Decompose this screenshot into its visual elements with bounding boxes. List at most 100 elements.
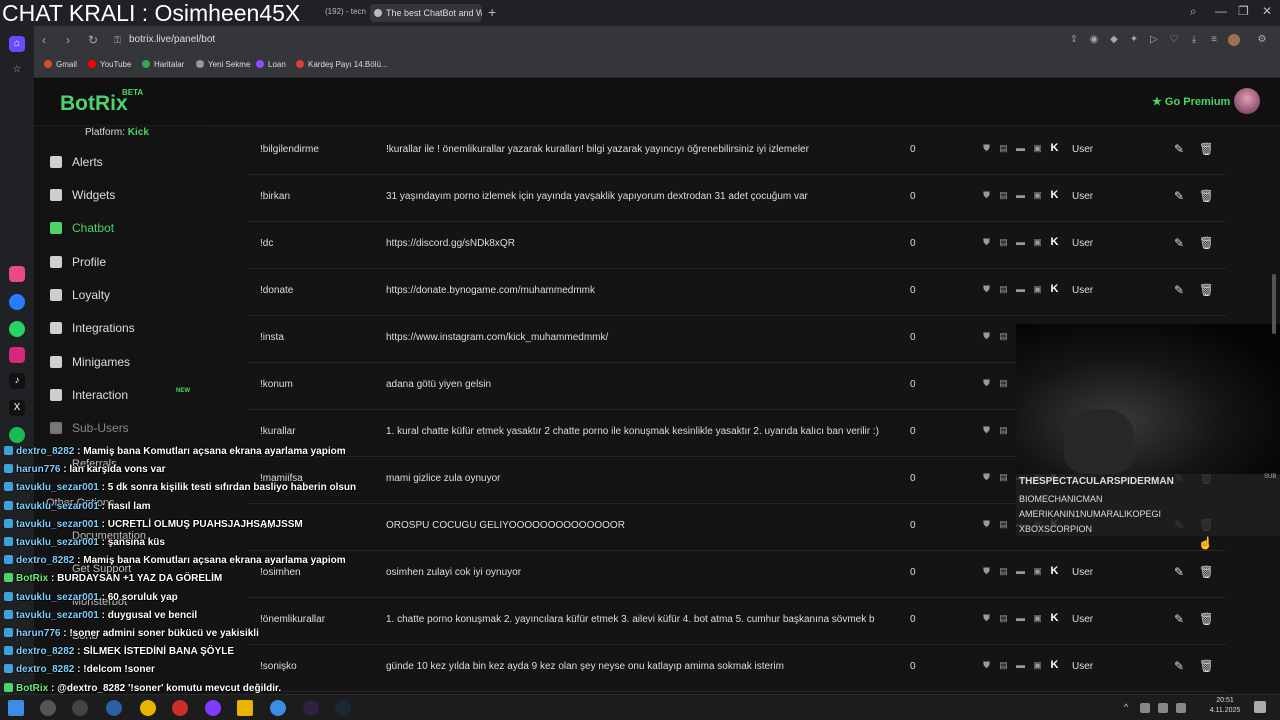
kick-icon[interactable]: K	[1049, 284, 1060, 295]
bookmark-haritalar[interactable]: Haritalar	[142, 60, 184, 69]
profile-avatar[interactable]	[1228, 34, 1240, 46]
delete-icon[interactable]: 🗑	[1199, 142, 1211, 156]
shield-icon[interactable]: ⛊	[981, 378, 992, 389]
shield-icon[interactable]: ⛊	[981, 237, 992, 248]
chat-icon[interactable]: ▤	[998, 660, 1009, 671]
edit-icon[interactable]: ✎	[1174, 659, 1186, 673]
extension-icon[interactable]: ✦	[1128, 34, 1140, 46]
pin-icon[interactable]: ☆	[9, 62, 25, 78]
bookmark-youtube[interactable]: YouTube	[88, 60, 131, 69]
share-icon[interactable]: ⇪	[1068, 34, 1080, 46]
sidebar-item-loyalty[interactable]: Loyalty	[50, 286, 200, 306]
shield-icon[interactable]: ⛊	[981, 613, 992, 624]
youtube-icon[interactable]: ▬	[1015, 660, 1026, 671]
camera-icon[interactable]: ◉	[1088, 34, 1100, 46]
message-icon[interactable]: ▣	[1032, 237, 1043, 248]
youtube-icon[interactable]: ▬	[1015, 190, 1026, 201]
message-icon[interactable]: ▣	[1032, 566, 1043, 577]
menu-icon[interactable]: ≡	[1208, 34, 1220, 46]
task-view-icon[interactable]	[72, 700, 88, 716]
youtube-icon[interactable]: ▬	[1015, 284, 1026, 295]
message-icon[interactable]: ▣	[1032, 613, 1043, 624]
whatsapp-icon[interactable]	[9, 321, 25, 337]
chat-icon[interactable]: ▤	[998, 519, 1009, 530]
bookmark-loan[interactable]: Loan	[256, 60, 286, 69]
search-icon[interactable]	[40, 700, 56, 716]
sidebar-item-widgets[interactable]: Widgets	[50, 186, 200, 206]
delete-icon[interactable]: 🗑	[1199, 565, 1211, 579]
bookmark-yeni-sekme[interactable]: Yeni Sekme	[196, 60, 250, 69]
chat-icon[interactable]: ▤	[998, 237, 1009, 248]
kick-icon[interactable]: K	[1049, 143, 1060, 154]
kick-icon[interactable]: K	[1049, 660, 1060, 671]
shield-icon[interactable]: ⛊	[981, 284, 992, 295]
youtube-icon[interactable]: ▬	[1015, 566, 1026, 577]
volume-icon[interactable]	[1158, 703, 1168, 713]
shield-icon[interactable]: ⛊	[981, 660, 992, 671]
go-premium-button[interactable]: ★ Go Premium	[1152, 95, 1230, 108]
delete-icon[interactable]: 🗑	[1199, 236, 1211, 250]
message-icon[interactable]: ▣	[1032, 143, 1043, 154]
tab-youtube[interactable]: (192) - tecn	[325, 7, 366, 16]
message-icon[interactable]: ▣	[1032, 190, 1043, 201]
app-icon[interactable]	[106, 700, 122, 716]
kick-icon[interactable]: K	[1049, 566, 1060, 577]
battery-icon[interactable]	[1176, 703, 1186, 713]
chat-icon[interactable]: ▤	[998, 284, 1009, 295]
shield-icon[interactable]: ⛊	[981, 425, 992, 436]
steam-icon[interactable]	[335, 700, 351, 716]
bookmark-gmail[interactable]: Gmail	[44, 60, 77, 69]
back-icon[interactable]: ‹	[42, 33, 46, 47]
delete-icon[interactable]: 🗑	[1199, 612, 1211, 626]
sidebar-item-sub-users[interactable]: Sub-Users	[50, 419, 200, 439]
shield-icon[interactable]: ⛊	[981, 472, 992, 483]
search-tabs-icon[interactable]: ⌕	[1190, 4, 1197, 19]
start-icon[interactable]	[8, 700, 24, 716]
sidebar-item-profile[interactable]: Profile	[50, 253, 200, 273]
new-tab-icon[interactable]: +	[488, 4, 496, 20]
sidebar-item-chatbot[interactable]: Chatbot	[50, 219, 200, 239]
chat-icon[interactable]: ▤	[998, 331, 1009, 342]
message-icon[interactable]: ▣	[1032, 660, 1043, 671]
youtube-icon[interactable]: ▬	[1015, 143, 1026, 154]
chat-icon[interactable]: ▤	[998, 425, 1009, 436]
edit-icon[interactable]: ✎	[1174, 565, 1186, 579]
maximize-icon[interactable]: ❐	[1238, 4, 1249, 18]
delete-icon[interactable]: 🗑	[1199, 283, 1211, 297]
notification-icon[interactable]	[1254, 701, 1266, 713]
chat-icon[interactable]: ▤	[998, 378, 1009, 389]
x-icon[interactable]: X	[9, 400, 25, 416]
shield-icon[interactable]: ⛊	[981, 566, 992, 577]
youtube-icon[interactable]: ▬	[1015, 613, 1026, 624]
message-icon[interactable]: ▣	[1032, 284, 1043, 295]
chat-icon[interactable]: ▤	[998, 143, 1009, 154]
botrix-logo[interactable]: BotRix	[60, 92, 128, 116]
shield-icon[interactable]: ⛊	[981, 190, 992, 201]
kick-icon[interactable]: K	[1049, 613, 1060, 624]
tray-chevron-icon[interactable]: ^	[1124, 702, 1134, 712]
tiktok-icon[interactable]: ♪	[9, 373, 25, 389]
clock-date[interactable]: 4.11.2025	[1204, 707, 1246, 714]
chrome-icon[interactable]	[140, 700, 156, 716]
messenger-icon[interactable]	[9, 294, 25, 310]
edit-icon[interactable]: ✎	[1174, 189, 1186, 203]
chat-icon[interactable]: ▤	[998, 472, 1009, 483]
chat-icon[interactable]: ▤	[998, 566, 1009, 577]
youtube-icon[interactable]: ▬	[1015, 237, 1026, 248]
home-icon[interactable]: ⌂	[9, 36, 25, 52]
reload-icon[interactable]: ↻	[88, 33, 98, 47]
settings-app-icon[interactable]	[270, 700, 286, 716]
edit-icon[interactable]: ✎	[1174, 142, 1186, 156]
clock-time[interactable]: 20:51	[1210, 697, 1240, 704]
shield-icon[interactable]: ⛊	[981, 331, 992, 342]
forward-icon[interactable]: ›	[66, 33, 70, 47]
heart-icon[interactable]: ♡	[1168, 34, 1180, 46]
shield-icon[interactable]: ⛊	[981, 143, 992, 154]
network-icon[interactable]	[1140, 703, 1150, 713]
kick-icon[interactable]: K	[1049, 237, 1060, 248]
play-icon[interactable]: ▷	[1148, 34, 1160, 46]
sidebar-item-alerts[interactable]: Alerts	[50, 153, 200, 173]
site-info-icon[interactable]: ⚿	[114, 35, 121, 46]
shield-icon[interactable]: ⛊	[981, 519, 992, 530]
minimize-icon[interactable]: —	[1215, 4, 1227, 18]
